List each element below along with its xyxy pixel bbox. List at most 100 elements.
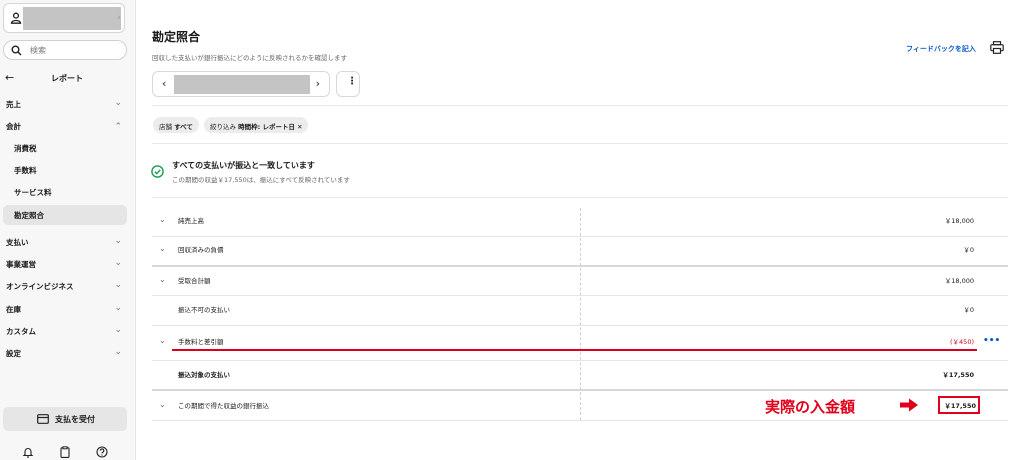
row-divider [152,325,1008,326]
chevron-right-icon: › [117,13,121,23]
row-label: 回収済みの負債 [178,246,224,254]
account-switcher[interactable]: › [3,3,125,33]
store-filter-label: 店舗 [159,123,172,131]
user-icon [10,12,22,24]
row-value: ￥18,000 [944,277,974,285]
row-divider [152,265,1008,267]
sidebar-item-custom[interactable]: カスタム ⌄ [0,321,136,341]
annotation-underline [172,349,977,351]
sidebar: › 検索 ← レポート 売上 ⌄ 会計 ⌃ 消費税 手数料 サービス料 勘定照合… [0,0,136,460]
close-icon[interactable]: ✕ [297,123,302,131]
chevron-down-icon[interactable]: ⌄ [159,275,166,284]
chevron-down-icon: ⌄ [114,280,122,290]
page-subtitle: 回収した支払いが銀行振込にどのように反映されるかを確認します [152,54,347,62]
more-horizontal-icon[interactable]: ••• [983,336,1000,346]
row-divider [152,420,1008,421]
store-filter-chip[interactable]: 店舗 すべて [153,117,199,133]
time-filter-label: 絞り込み [210,123,236,131]
row-value: ￥0 [963,306,974,314]
arrow-right-icon [900,398,918,412]
row-divider [152,236,1008,237]
sidebar-item-payments[interactable]: 支払い ⌄ [0,232,136,252]
chevron-down-icon[interactable]: ⌄ [159,400,166,409]
row-value: (￥450) [950,338,974,346]
sidebar-item-fees[interactable]: 手数料 [3,160,127,180]
divider [152,105,1008,106]
row-value: ￥0 [963,246,974,254]
more-options-button[interactable]: ⋮ [336,71,360,97]
row-label: 手数料と差引額 [178,338,224,346]
row-label: 純売上高 [178,217,204,225]
bell-icon[interactable] [22,446,34,458]
sidebar-item-label: 会計 [6,122,21,131]
sidebar-item-label: 在庫 [6,305,21,314]
help-icon[interactable] [96,446,108,458]
chevron-down-icon: ⌄ [114,98,122,108]
row-value: ￥18,000 [944,217,974,225]
sidebar-item-label: サービス料 [14,188,52,197]
check-circle-icon [151,165,164,178]
accept-payment-label: 支払を受付 [55,415,95,424]
arrow-left-icon: ← [5,71,15,84]
row-label: この期間で得た収益の銀行振込 [178,402,269,410]
sidebar-item-label: オンラインビジネス [6,282,74,291]
chevron-down-icon: ⌄ [114,303,122,313]
chevron-down-icon: ⌄ [114,325,122,335]
sidebar-item-consumption-tax[interactable]: 消費税 [3,138,127,158]
sidebar-item-label: 支払い [6,238,29,247]
sidebar-item-online-business[interactable]: オンラインビジネス ⌄ [0,276,136,296]
more-vertical-icon: ⋮ [347,76,357,87]
divider [152,143,1008,144]
chevron-left-icon[interactable]: ‹ [162,77,166,90]
annotation-highlight-box [938,396,980,414]
time-filter-value: 時間枠: レポート日 [238,123,295,131]
chevron-down-icon[interactable]: ⌄ [159,336,166,345]
sidebar-item-label: 消費税 [14,144,37,153]
search-input[interactable]: 検索 [3,40,127,60]
search-placeholder: 検索 [30,46,46,55]
store-filter-value: すべて [174,123,193,131]
sidebar-item-inventory[interactable]: 在庫 ⌄ [0,299,136,319]
sidebar-item-label: 勘定照合 [14,211,44,220]
row-divider [152,295,1008,296]
page-title: 勘定照合 [152,30,201,44]
accept-payment-button[interactable]: 支払を受付 [3,407,127,431]
sidebar-item-settings[interactable]: 設定 ⌄ [0,343,136,363]
sidebar-item-label: 売上 [6,100,21,109]
sidebar-item-reconciliation[interactable]: 勘定照合 [3,205,127,225]
chevron-up-icon: ⌃ [114,122,122,132]
row-value: ￥17,550 [942,371,974,379]
chevron-down-icon: ⌄ [114,236,122,246]
sidebar-item-operations[interactable]: 事業運営 ⌄ [0,254,136,274]
status-title: すべての支払いが振込と一致しています [172,161,315,170]
row-divider [152,360,1008,361]
sidebar-item-label: 事業運営 [6,260,36,269]
row-label: 振込対象の支払い [178,371,230,379]
annotation-label: 実際の入金額 [765,398,856,416]
sidebar-item-service-charge[interactable]: サービス料 [3,182,127,202]
chevron-down-icon: ⌄ [114,258,122,268]
period-selector[interactable]: ‹ › [152,71,330,97]
row-divider [152,389,1008,391]
account-name-redacted [23,7,121,30]
row-label: 受取合計額 [178,277,211,285]
time-filter-chip[interactable]: 絞り込み 時間枠: レポート日 ✕ [204,117,309,133]
card-payment-icon [37,414,49,424]
sidebar-item-accounting[interactable]: 会計 ⌃ [0,116,136,136]
row-label: 振込不可の支払い [178,306,230,314]
sidebar-item-label: 手数料 [14,166,37,175]
chevron-down-icon[interactable]: ⌄ [159,244,166,253]
sidebar-item-sales[interactable]: 売上 ⌄ [0,94,136,114]
back-label: レポート [51,74,83,83]
feedback-link[interactable]: フィードバックを記入 [906,44,976,54]
sidebar-item-label: カスタム [6,327,36,336]
clipboard-icon[interactable] [59,446,71,458]
status-detail: この期間の収益￥17,550は、振込にすべて反映されています [172,176,350,184]
period-label-redacted [174,75,310,94]
back-to-reports[interactable]: ← レポート [0,70,136,88]
chevron-right-icon[interactable]: › [316,77,320,90]
print-icon[interactable] [990,41,1004,54]
divider [152,197,1008,198]
chevron-down-icon: ⌄ [114,347,122,357]
chevron-down-icon[interactable]: ⌄ [159,215,166,224]
